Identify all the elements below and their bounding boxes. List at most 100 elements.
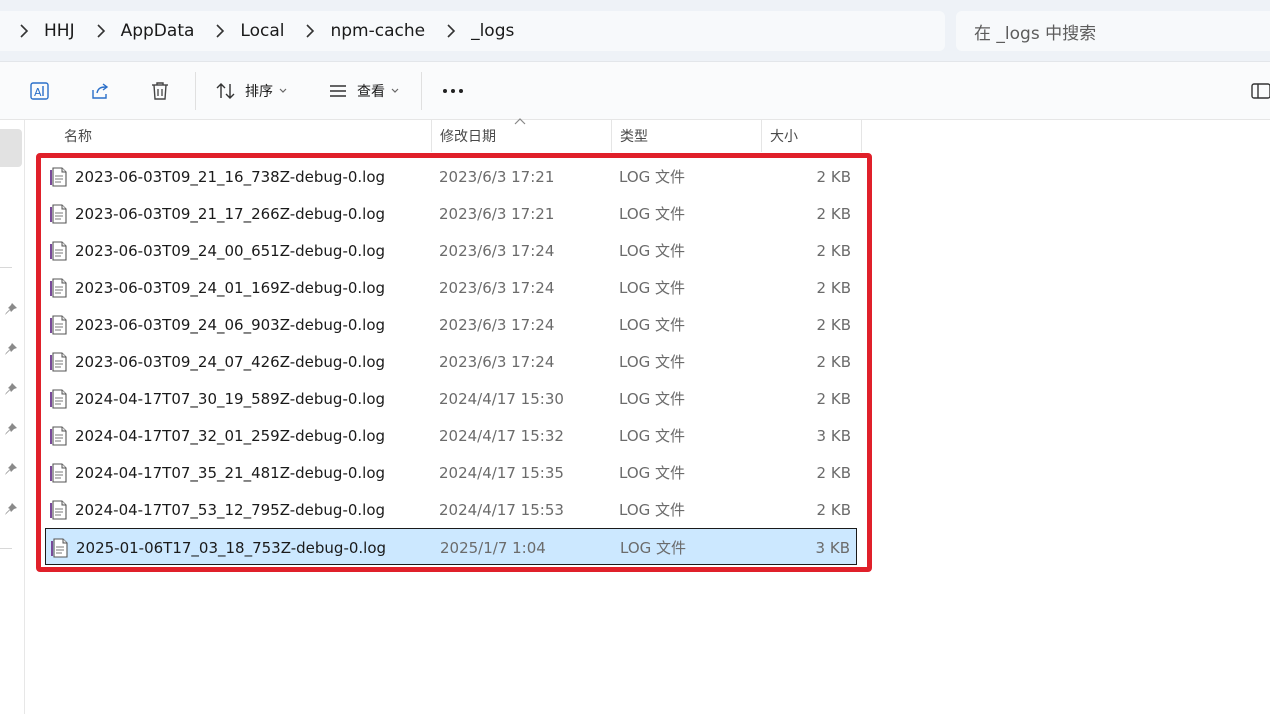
- log-file-icon: [50, 195, 70, 232]
- address-bar[interactable]: HHJ AppData Local npm-cache _logs: [0, 11, 945, 51]
- file-name[interactable]: 2023-06-03T09_21_17_266Z-debug-0.log: [75, 195, 385, 232]
- more-icon: [441, 88, 465, 94]
- file-size: 2 KB: [816, 463, 851, 482]
- file-type: LOG 文件: [619, 427, 686, 445]
- file-name[interactable]: 2023-06-03T09_24_01_169Z-debug-0.log: [75, 269, 385, 306]
- file-type: LOG 文件: [619, 242, 686, 260]
- file-row[interactable]: 2024-04-17T07_35_21_481Z-debug-0.log 2024…: [45, 454, 857, 491]
- file-explorer-window: HHJ AppData Local npm-cache _logs 在 _log…: [0, 0, 1270, 714]
- share-button[interactable]: [84, 75, 116, 107]
- pin-icon: [5, 463, 17, 475]
- breadcrumb-item-npm-cache[interactable]: npm-cache: [324, 21, 431, 41]
- address-row: HHJ AppData Local npm-cache _logs 在 _log…: [0, 0, 1270, 62]
- nav-divider: [0, 548, 12, 549]
- log-file-icon: [50, 417, 70, 454]
- file-size: 2 KB: [816, 500, 851, 519]
- search-placeholder: 在 _logs 中搜索: [974, 23, 1097, 44]
- search-input[interactable]: 在 _logs 中搜索: [956, 11, 1270, 51]
- pin-icon: [5, 303, 17, 315]
- file-size: 2 KB: [816, 204, 851, 223]
- rename-button[interactable]: A: [24, 75, 56, 107]
- file-size: 2 KB: [816, 278, 851, 297]
- file-date: 2023/6/3 17:24: [439, 278, 555, 297]
- file-row[interactable]: 2024-04-17T07_30_19_589Z-debug-0.log 2024…: [45, 380, 857, 417]
- file-row[interactable]: 2025-01-06T17_03_18_753Z-debug-0.log 2025…: [45, 528, 857, 565]
- log-file-icon: [50, 343, 70, 380]
- file-name[interactable]: 2023-06-03T09_24_07_426Z-debug-0.log: [75, 343, 385, 380]
- file-type: LOG 文件: [619, 316, 686, 334]
- chevron-right-icon[interactable]: [210, 24, 230, 38]
- file-name[interactable]: 2024-04-17T07_32_01_259Z-debug-0.log: [75, 417, 385, 454]
- file-row[interactable]: 2023-06-03T09_24_01_169Z-debug-0.log 2023…: [45, 269, 857, 306]
- toolbar-divider: [421, 72, 422, 110]
- chevron-right-icon[interactable]: [300, 24, 320, 38]
- view-button[interactable]: 查看: [322, 75, 404, 107]
- chevron-down-icon: [391, 88, 399, 94]
- command-bar: A 排序 查看: [0, 62, 1270, 120]
- sort-ascending-icon: [514, 118, 526, 125]
- chevron-right-icon[interactable]: [441, 24, 461, 38]
- column-header-type-label: 类型: [620, 129, 648, 145]
- file-size: 2 KB: [816, 352, 851, 371]
- sort-button[interactable]: 排序: [210, 75, 292, 107]
- breadcrumb-item-logs[interactable]: _logs: [465, 21, 520, 41]
- file-size: 2 KB: [816, 315, 851, 334]
- file-date: 2023/6/3 17:24: [439, 352, 555, 371]
- view-label: 查看: [357, 84, 385, 100]
- nav-item-selected[interactable]: [0, 129, 22, 167]
- file-row[interactable]: 2023-06-03T09_21_16_738Z-debug-0.log 2023…: [45, 158, 857, 195]
- log-file-icon: [50, 232, 70, 269]
- file-row[interactable]: 2024-04-17T07_32_01_259Z-debug-0.log 2024…: [45, 417, 857, 454]
- chevron-right-icon[interactable]: [14, 24, 34, 38]
- file-name[interactable]: 2023-06-03T09_24_00_651Z-debug-0.log: [75, 232, 385, 269]
- column-header-size[interactable]: 大小: [762, 120, 862, 152]
- file-size: 2 KB: [816, 167, 851, 186]
- log-file-icon: [50, 454, 70, 491]
- log-file-icon: [50, 306, 70, 343]
- details-pane-button[interactable]: [1248, 75, 1270, 107]
- log-file-icon: [50, 269, 70, 306]
- log-file-icon: [50, 491, 70, 528]
- nav-divider: [0, 267, 12, 268]
- file-type: LOG 文件: [619, 279, 686, 297]
- file-date: 2023/6/3 17:24: [439, 315, 555, 334]
- file-name[interactable]: 2025-01-06T17_03_18_753Z-debug-0.log: [76, 529, 386, 566]
- log-file-icon: [50, 158, 70, 195]
- file-date: 2024/4/17 15:32: [439, 426, 564, 445]
- file-type: LOG 文件: [619, 353, 686, 371]
- file-row[interactable]: 2024-04-17T07_53_12_795Z-debug-0.log 2024…: [45, 491, 857, 528]
- column-header-date-label: 修改日期: [440, 129, 496, 145]
- delete-icon: [149, 80, 171, 102]
- more-button[interactable]: [436, 75, 470, 107]
- file-date: 2023/6/3 17:21: [439, 167, 555, 186]
- file-row[interactable]: 2023-06-03T09_21_17_266Z-debug-0.log 2023…: [45, 195, 857, 232]
- delete-button[interactable]: [144, 75, 176, 107]
- column-header-type[interactable]: 类型: [612, 120, 762, 152]
- file-type: LOG 文件: [619, 390, 686, 408]
- chevron-right-icon[interactable]: [91, 24, 111, 38]
- pin-icon: [5, 503, 17, 515]
- file-name[interactable]: 2023-06-03T09_24_06_903Z-debug-0.log: [75, 306, 385, 343]
- pin-icon: [5, 423, 17, 435]
- breadcrumb-item-local[interactable]: Local: [234, 21, 290, 41]
- file-date: 2024/4/17 15:35: [439, 463, 564, 482]
- file-name[interactable]: 2024-04-17T07_53_12_795Z-debug-0.log: [75, 491, 385, 528]
- breadcrumb-item-hhj[interactable]: HHJ: [38, 21, 81, 41]
- column-header-name[interactable]: 名称: [56, 120, 432, 152]
- file-row[interactable]: 2023-06-03T09_24_07_426Z-debug-0.log 2023…: [45, 343, 857, 380]
- file-name[interactable]: 2024-04-17T07_35_21_481Z-debug-0.log: [75, 454, 385, 491]
- file-date: 2024/4/17 15:53: [439, 500, 564, 519]
- file-row[interactable]: 2023-06-03T09_24_00_651Z-debug-0.log 2023…: [45, 232, 857, 269]
- file-type: LOG 文件: [619, 501, 686, 519]
- sort-label: 排序: [245, 84, 273, 100]
- file-name[interactable]: 2024-04-17T07_30_19_589Z-debug-0.log: [75, 380, 385, 417]
- details-pane-icon: [1248, 82, 1270, 100]
- file-size: 2 KB: [816, 389, 851, 408]
- file-name[interactable]: 2023-06-03T09_21_16_738Z-debug-0.log: [75, 158, 385, 195]
- breadcrumb-item-appdata[interactable]: AppData: [115, 21, 201, 41]
- file-row[interactable]: 2023-06-03T09_24_06_903Z-debug-0.log 2023…: [45, 306, 857, 343]
- rename-icon: A: [29, 80, 51, 102]
- navigation-pane: [0, 120, 25, 714]
- file-type: LOG 文件: [619, 464, 686, 482]
- share-icon: [89, 80, 111, 102]
